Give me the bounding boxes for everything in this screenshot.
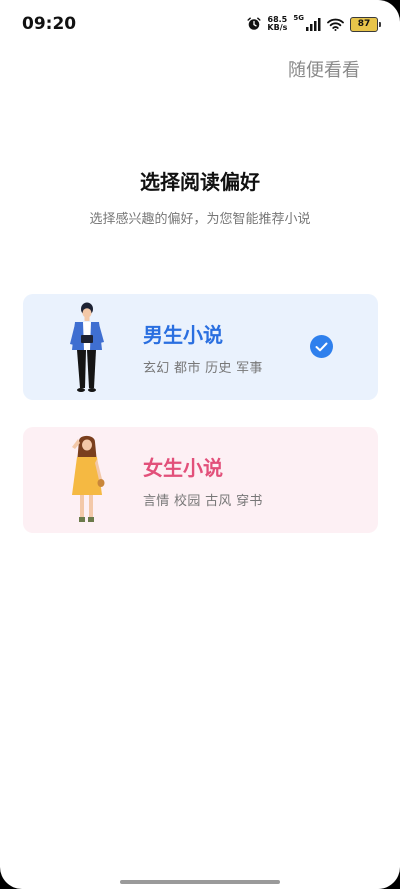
page-subtitle: 选择感兴趣的偏好，为您智能推荐小说 <box>89 212 311 227</box>
status-icons: 68.5 KB/s 5G 87 <box>247 14 381 34</box>
page-title: 选择阅读偏好 <box>140 170 260 194</box>
wifi-icon <box>327 18 344 31</box>
option-title: 男生小说 <box>143 323 223 347</box>
selected-check-icon <box>310 335 333 358</box>
home-indicator[interactable] <box>120 880 280 884</box>
network-type: 5G <box>293 14 304 22</box>
status-bar: 09:20 68.5 KB/s 5G 87 <box>0 0 400 48</box>
option-female-novels[interactable]: 女生小说 言情 校园 古风 穿书 <box>23 427 378 533</box>
skip-button[interactable]: 随便看看 <box>288 56 360 82</box>
option-tags: 言情 校园 古风 穿书 <box>143 494 263 509</box>
option-tags: 玄幻 都市 历史 军事 <box>143 361 263 376</box>
screen-corner <box>378 867 400 889</box>
signal-icon <box>306 17 321 31</box>
network-speed-unit: KB/s <box>267 23 288 32</box>
male-figure-illustration <box>70 302 104 392</box>
option-title: 女生小说 <box>143 456 223 480</box>
network-speed: 68.5 KB/s <box>267 16 287 32</box>
screen-corner <box>0 867 22 889</box>
alarm-icon <box>247 17 261 30</box>
female-figure-illustration <box>72 435 105 522</box>
option-male-novels[interactable]: 男生小说 玄幻 都市 历史 军事 <box>23 294 378 400</box>
battery-icon: 87 <box>350 16 381 32</box>
status-time: 09:20 <box>22 14 77 34</box>
